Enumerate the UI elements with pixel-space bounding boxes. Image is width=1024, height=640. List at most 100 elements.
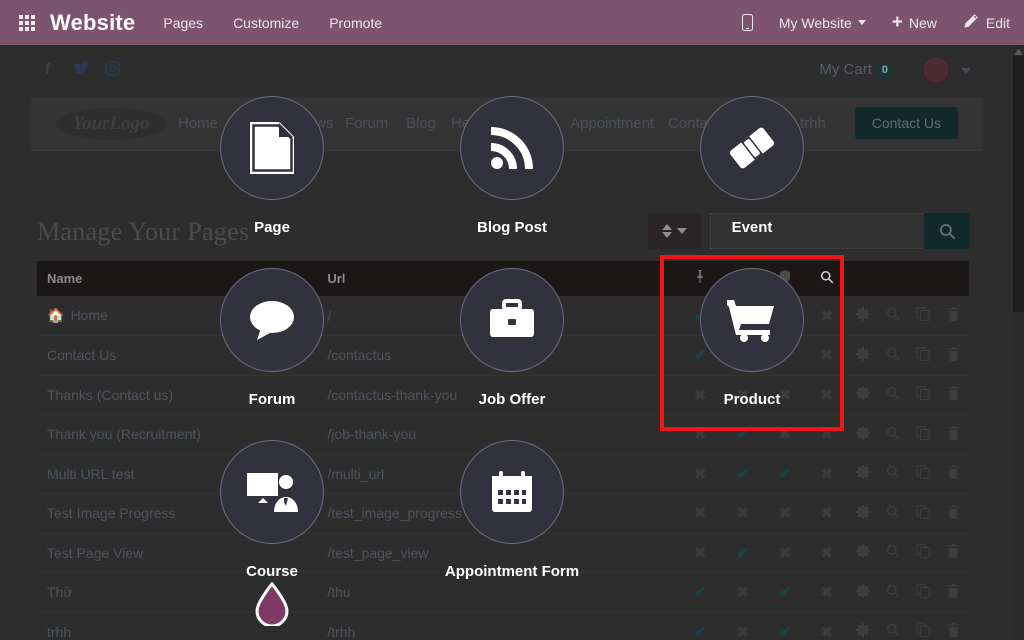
gear-icon[interactable]	[849, 504, 877, 522]
action-duplicate[interactable]	[908, 414, 939, 455]
action-trash[interactable]	[938, 572, 969, 613]
tour-bubble-job-offer[interactable]	[460, 268, 564, 372]
action-duplicate[interactable]	[908, 493, 939, 534]
search-icon[interactable]	[879, 347, 907, 364]
action-gear[interactable]	[847, 414, 878, 455]
check-icon[interactable]: ✔	[737, 426, 750, 443]
trash-icon[interactable]	[940, 307, 968, 324]
trash-icon[interactable]	[940, 623, 968, 640]
action-trash[interactable]	[938, 454, 969, 494]
cross-icon[interactable]: ✖	[820, 624, 833, 640]
edit-button[interactable]: Edit	[963, 13, 1010, 32]
cell-flag-1[interactable]: ✖	[722, 493, 764, 534]
trash-icon[interactable]	[940, 346, 968, 364]
cross-icon[interactable]: ✖	[820, 308, 833, 325]
action-trash[interactable]	[938, 335, 969, 376]
cross-icon[interactable]: ✖	[820, 426, 833, 443]
cell-flag-3[interactable]: ✖	[805, 296, 848, 336]
website-selector[interactable]: My Website	[779, 15, 866, 31]
action-search[interactable]	[877, 533, 909, 573]
cell-flag-2[interactable]: ✔	[763, 572, 806, 613]
cell-flag-2[interactable]: ✔	[763, 612, 806, 640]
action-search[interactable]	[877, 414, 909, 455]
cross-icon[interactable]: ✖	[820, 505, 833, 522]
duplicate-icon[interactable]	[909, 347, 937, 364]
cell-flag-3[interactable]: ✖	[805, 533, 848, 573]
cross-icon[interactable]: ✖	[779, 545, 792, 562]
action-search[interactable]	[877, 572, 909, 613]
cross-icon[interactable]: ✖	[779, 426, 792, 443]
duplicate-icon[interactable]	[909, 426, 937, 443]
cell-flag-1[interactable]: ✖	[722, 612, 764, 640]
site-logo[interactable]: YourLogo	[56, 108, 166, 140]
cross-icon[interactable]: ✖	[820, 347, 833, 364]
action-duplicate[interactable]	[908, 296, 939, 336]
chevron-down-icon[interactable]	[961, 68, 971, 74]
cell-url[interactable]: /trhh	[317, 612, 679, 640]
action-duplicate[interactable]	[908, 572, 939, 613]
cell-flag-3[interactable]: ✖	[805, 612, 848, 640]
search-submit-button[interactable]	[924, 213, 970, 249]
trash-icon[interactable]	[940, 465, 968, 482]
action-gear[interactable]	[847, 296, 878, 336]
tour-bubble-product[interactable]	[700, 268, 804, 372]
cell-flag-0[interactable]: ✔	[678, 612, 723, 640]
action-trash[interactable]	[938, 612, 969, 640]
action-search[interactable]	[877, 296, 909, 336]
cell-flag-1[interactable]: ✔	[722, 454, 764, 494]
search-icon[interactable]	[879, 307, 907, 324]
cross-icon[interactable]: ✖	[694, 466, 707, 483]
site-nav-appointment[interactable]: Appointment	[570, 115, 654, 132]
my-cart-link[interactable]: My Cart 0	[819, 61, 893, 78]
check-icon[interactable]: ✔	[779, 466, 792, 483]
duplicate-icon[interactable]	[909, 544, 937, 561]
cell-flag-2[interactable]: ✖	[763, 493, 806, 534]
action-gear[interactable]	[847, 454, 878, 494]
gear-icon[interactable]	[849, 583, 877, 601]
tour-bubble-forum[interactable]	[220, 268, 324, 372]
duplicate-icon[interactable]	[909, 623, 937, 640]
vertical-scrollbar-thumb[interactable]	[1013, 56, 1024, 312]
avatar[interactable]	[922, 56, 950, 84]
action-trash[interactable]	[938, 296, 969, 336]
action-gear[interactable]	[847, 533, 878, 573]
tour-bubble-event[interactable]	[700, 96, 804, 200]
cross-icon[interactable]: ✖	[737, 624, 750, 640]
search-icon[interactable]	[879, 544, 907, 561]
cross-icon[interactable]: ✖	[779, 505, 792, 522]
gear-icon[interactable]	[849, 465, 877, 482]
action-search[interactable]	[877, 612, 909, 640]
gear-icon[interactable]	[849, 544, 877, 561]
cross-icon[interactable]: ✖	[694, 426, 707, 443]
duplicate-icon[interactable]	[909, 307, 937, 324]
trash-icon[interactable]	[940, 504, 968, 522]
action-search[interactable]	[877, 335, 909, 376]
action-trash[interactable]	[938, 493, 969, 534]
action-search[interactable]	[877, 493, 909, 534]
facebook-icon[interactable]: f	[45, 61, 50, 78]
cell-flag-2[interactable]: ✖	[763, 414, 806, 455]
cell-flag-0[interactable]: ✖	[678, 533, 723, 573]
instagram-icon[interactable]	[105, 61, 120, 80]
menu-promote[interactable]: Promote	[329, 15, 382, 31]
site-nav-home[interactable]: Home	[178, 115, 218, 132]
menu-pages[interactable]: Pages	[163, 15, 203, 31]
cell-flag-0[interactable]: ✖	[678, 454, 723, 494]
action-gear[interactable]	[847, 493, 878, 534]
cell-flag-2[interactable]: ✖	[763, 533, 806, 573]
check-icon[interactable]: ✔	[694, 347, 707, 364]
tour-bubble-blog-post[interactable]	[460, 96, 564, 200]
cross-icon[interactable]: ✖	[737, 505, 750, 522]
trash-icon[interactable]	[940, 425, 968, 443]
cell-flag-3[interactable]: ✖	[805, 493, 848, 534]
tour-bubble-course[interactable]	[220, 440, 324, 544]
gear-icon[interactable]	[849, 307, 877, 324]
cell-flag-2[interactable]: ✔	[763, 454, 806, 494]
cross-icon[interactable]: ✖	[694, 545, 707, 562]
action-duplicate[interactable]	[908, 375, 939, 415]
column-header-search[interactable]	[805, 261, 848, 296]
action-search[interactable]	[877, 454, 909, 494]
trash-icon[interactable]	[940, 544, 968, 561]
cross-icon[interactable]: ✖	[694, 505, 707, 522]
cross-icon[interactable]: ✖	[820, 584, 833, 601]
